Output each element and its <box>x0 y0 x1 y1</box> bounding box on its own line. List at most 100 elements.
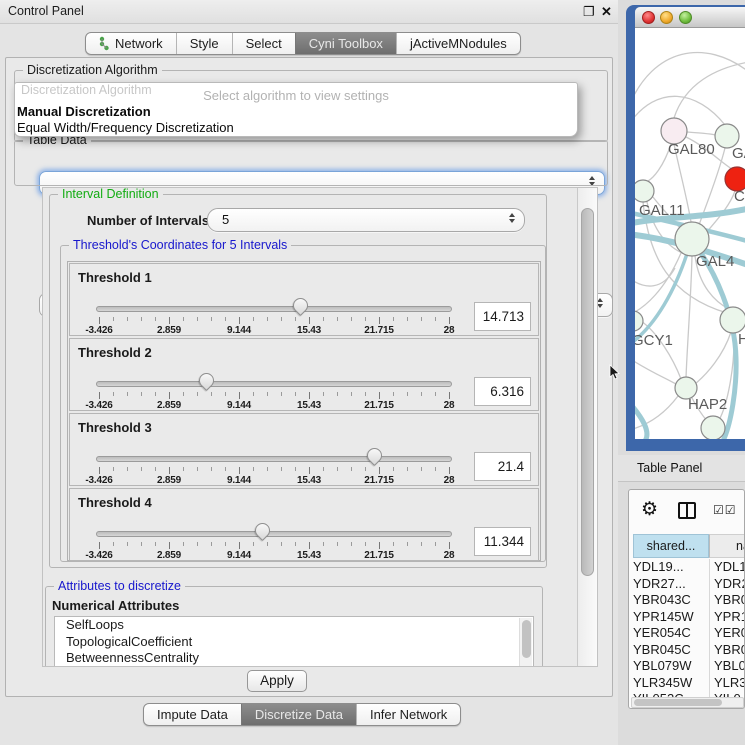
threshold-panel: Threshold 3-3.4262.8599.14415.4321.71528… <box>69 413 539 486</box>
table-data-group: Table Data galFiltered.sif default node <box>14 140 608 186</box>
network-edge <box>635 396 678 430</box>
slider-thumb[interactable] <box>196 370 217 391</box>
gear-icon[interactable]: ⚙ <box>641 498 658 521</box>
network-node[interactable] <box>720 307 745 333</box>
slider-track[interactable] <box>96 456 452 462</box>
group-title: Interval Definition <box>58 187 163 201</box>
slider-thumb[interactable] <box>252 520 273 541</box>
number-of-intervals-combobox[interactable]: 5 <box>207 208 525 232</box>
apply-button[interactable]: Apply <box>247 670 307 692</box>
network-window-titlebar[interactable] <box>635 7 745 28</box>
slider-track[interactable] <box>96 381 452 387</box>
slider-thumb[interactable] <box>290 295 311 316</box>
table-row[interactable]: YDR27...YDR2 <box>629 576 745 593</box>
slider-tick <box>141 317 142 321</box>
tab-jactivemnodules[interactable]: jActiveMNodules <box>396 33 520 54</box>
slider-tick <box>267 467 268 471</box>
slider-tick <box>183 392 184 396</box>
network-canvas[interactable]: GAL80GACGAL11GAL4GCY1HHAP2 <box>635 28 745 439</box>
slider-tick <box>365 392 366 396</box>
table-row[interactable]: YBR043C YBR0 <box>629 592 745 609</box>
cell-name: YBR0 <box>714 592 745 607</box>
column-header-shared-name[interactable]: shared... <box>633 534 709 558</box>
slider-tick-label: 28 <box>419 550 479 561</box>
list-scrollbar[interactable] <box>519 618 532 666</box>
table-row[interactable]: YDL19...YDL1 <box>629 559 745 576</box>
undock-icon[interactable]: ❐ <box>583 4 595 20</box>
slider-tick <box>449 392 450 399</box>
table-row[interactable]: YBL079WYBL0 <box>629 658 745 675</box>
slider-tick <box>197 392 198 396</box>
slider-thumb[interactable] <box>364 445 385 466</box>
table-row[interactable]: YBR045CYBR0 <box>629 642 745 659</box>
scrollbar-thumb[interactable] <box>581 208 594 576</box>
slider-tick <box>183 542 184 546</box>
slider-tick <box>421 467 422 471</box>
tab-cyni-toolbox[interactable]: Cyni Toolbox <box>295 33 396 54</box>
slider-tick-label: 2.859 <box>139 475 199 486</box>
network-node[interactable] <box>635 311 643 331</box>
slider-tick-label: 9.144 <box>209 400 269 411</box>
table-row[interactable]: YER054CYER0 <box>629 625 745 642</box>
slider-tick <box>141 392 142 396</box>
checkbox-icons[interactable]: ☑☑ <box>713 503 737 517</box>
close-traffic-light-icon[interactable] <box>642 11 655 24</box>
slider-tick <box>449 317 450 324</box>
slider-tick-label: 28 <box>419 400 479 411</box>
slider-tick <box>169 542 170 549</box>
panel-title: Control Panel <box>8 4 84 18</box>
list-item[interactable]: TopologicalCoefficient <box>55 634 533 651</box>
slider-track[interactable] <box>96 531 452 537</box>
slider-tick <box>281 317 282 321</box>
threshold-value-field[interactable]: 6.316 <box>474 377 531 406</box>
attributes-list[interactable]: SelfLoopsTopologicalCoefficientBetweenne… <box>54 616 534 667</box>
threshold-value-field[interactable]: 14.713 <box>474 302 531 331</box>
close-icon[interactable]: ✕ <box>601 4 612 20</box>
threshold-value-field[interactable]: 21.4 <box>474 452 531 481</box>
network-node[interactable] <box>635 180 654 202</box>
list-item[interactable]: BetweennessCentrality <box>55 650 533 667</box>
slider-tick <box>309 392 310 399</box>
slider-tick-label: -3.426 <box>69 550 129 561</box>
table-row[interactable]: YPR145WYPR1 <box>629 609 745 626</box>
minimize-traffic-light-icon[interactable] <box>660 11 673 24</box>
slider-tick <box>211 542 212 546</box>
cell-name: YBR0 <box>714 642 745 657</box>
network-node[interactable] <box>675 222 709 256</box>
cell-name: YLR3 <box>714 675 745 690</box>
tab-discretize-data[interactable]: Discretize Data <box>241 704 356 725</box>
split-column-icon[interactable] <box>678 502 696 519</box>
slider-tick <box>127 467 128 471</box>
cell-shared-name: YBR043C <box>633 592 708 607</box>
tab-impute-data[interactable]: Impute Data <box>144 704 241 725</box>
threshold-value-field[interactable]: 11.344 <box>474 527 531 556</box>
table-panel-titlebar: Table Panel <box>618 455 745 482</box>
panel-title: Table Panel <box>637 461 702 475</box>
tab-infer-network[interactable]: Infer Network <box>356 704 460 725</box>
tab-select[interactable]: Select <box>232 33 295 54</box>
group-title: Attributes to discretize <box>54 579 185 593</box>
slider-tick <box>239 542 240 549</box>
cell-shared-name: YBL079W <box>633 658 708 673</box>
column-header-name[interactable]: na <box>709 534 745 558</box>
scrollbar-thumb[interactable] <box>522 620 531 658</box>
slider-tick-label: 21.715 <box>349 325 409 336</box>
list-item[interactable]: SelfLoops <box>55 617 533 634</box>
table-row[interactable]: YLR345WYLR3 <box>629 675 745 692</box>
zoom-traffic-light-icon[interactable] <box>679 11 692 24</box>
tab-style[interactable]: Style <box>176 33 232 54</box>
main-scrollbar[interactable] <box>577 188 597 666</box>
slider-tick <box>351 317 352 321</box>
tab-label: Style <box>190 33 219 54</box>
slider-tick <box>141 467 142 471</box>
slider-track[interactable] <box>96 306 452 312</box>
dropdown-option-manual-discretization[interactable]: Manual Discretization <box>17 104 562 119</box>
node-label: GAL4 <box>696 253 734 270</box>
scrollbar-thumb[interactable] <box>634 699 722 706</box>
dropdown-option-equal-width-frequency[interactable]: Equal Width/Frequency Discretization <box>17 120 562 135</box>
tab-network[interactable]: Network <box>86 33 176 54</box>
network-node[interactable] <box>701 416 725 439</box>
slider-tick <box>337 317 338 321</box>
horizontal-scrollbar[interactable] <box>631 697 744 708</box>
network-edge <box>695 332 731 384</box>
